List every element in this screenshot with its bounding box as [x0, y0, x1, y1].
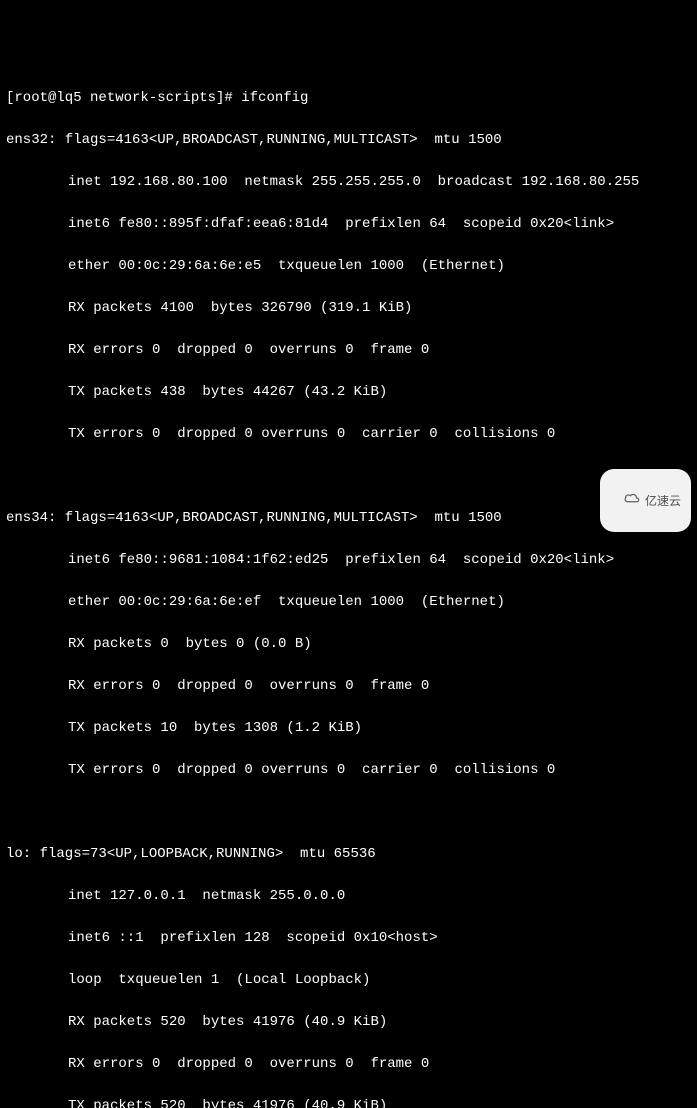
ens32-rx-errors: RX errors 0 dropped 0 overruns 0 frame 0	[6, 340, 691, 361]
watermark-badge: 亿速云	[600, 469, 691, 532]
iface-ens32-header: ens32: flags=4163<UP,BROADCAST,RUNNING,M…	[6, 130, 691, 151]
ens34-tx-errors: TX errors 0 dropped 0 overruns 0 carrier…	[6, 760, 691, 781]
iface-lo-header: lo: flags=73<UP,LOOPBACK,RUNNING> mtu 65…	[6, 844, 691, 865]
lo-tx-packets: TX packets 520 bytes 41976 (40.9 KiB)	[6, 1096, 691, 1108]
ens32-inet: inet 192.168.80.100 netmask 255.255.255.…	[6, 172, 691, 193]
ens34-inet6: inet6 fe80::9681:1084:1f62:ed25 prefixle…	[6, 550, 691, 571]
ens32-tx-packets: TX packets 438 bytes 44267 (43.2 KiB)	[6, 382, 691, 403]
ens32-rx-packets: RX packets 4100 bytes 326790 (319.1 KiB)	[6, 298, 691, 319]
ens34-ether: ether 00:0c:29:6a:6e:ef txqueuelen 1000 …	[6, 592, 691, 613]
blank-line	[6, 466, 691, 487]
lo-inet6: inet6 ::1 prefixlen 128 scopeid 0x10<hos…	[6, 928, 691, 949]
iface-ens34-header: ens34: flags=4163<UP,BROADCAST,RUNNING,M…	[6, 508, 691, 529]
ens32-ether: ether 00:0c:29:6a:6e:e5 txqueuelen 1000 …	[6, 256, 691, 277]
lo-rx-packets: RX packets 520 bytes 41976 (40.9 KiB)	[6, 1012, 691, 1033]
lo-loop: loop txqueuelen 1 (Local Loopback)	[6, 970, 691, 991]
ens34-rx-errors: RX errors 0 dropped 0 overruns 0 frame 0	[6, 676, 691, 697]
ens32-inet6: inet6 fe80::895f:dfaf:eea6:81d4 prefixle…	[6, 214, 691, 235]
blank-line	[6, 802, 691, 823]
watermark-text: 亿速云	[645, 492, 681, 510]
cloud-icon	[610, 473, 641, 528]
ens34-rx-packets: RX packets 0 bytes 0 (0.0 B)	[6, 634, 691, 655]
ens32-tx-errors: TX errors 0 dropped 0 overruns 0 carrier…	[6, 424, 691, 445]
lo-rx-errors: RX errors 0 dropped 0 overruns 0 frame 0	[6, 1054, 691, 1075]
shell-prompt-line[interactable]: [root@lq5 network-scripts]# ifconfig	[6, 88, 691, 109]
ens34-tx-packets: TX packets 10 bytes 1308 (1.2 KiB)	[6, 718, 691, 739]
lo-inet: inet 127.0.0.1 netmask 255.0.0.0	[6, 886, 691, 907]
